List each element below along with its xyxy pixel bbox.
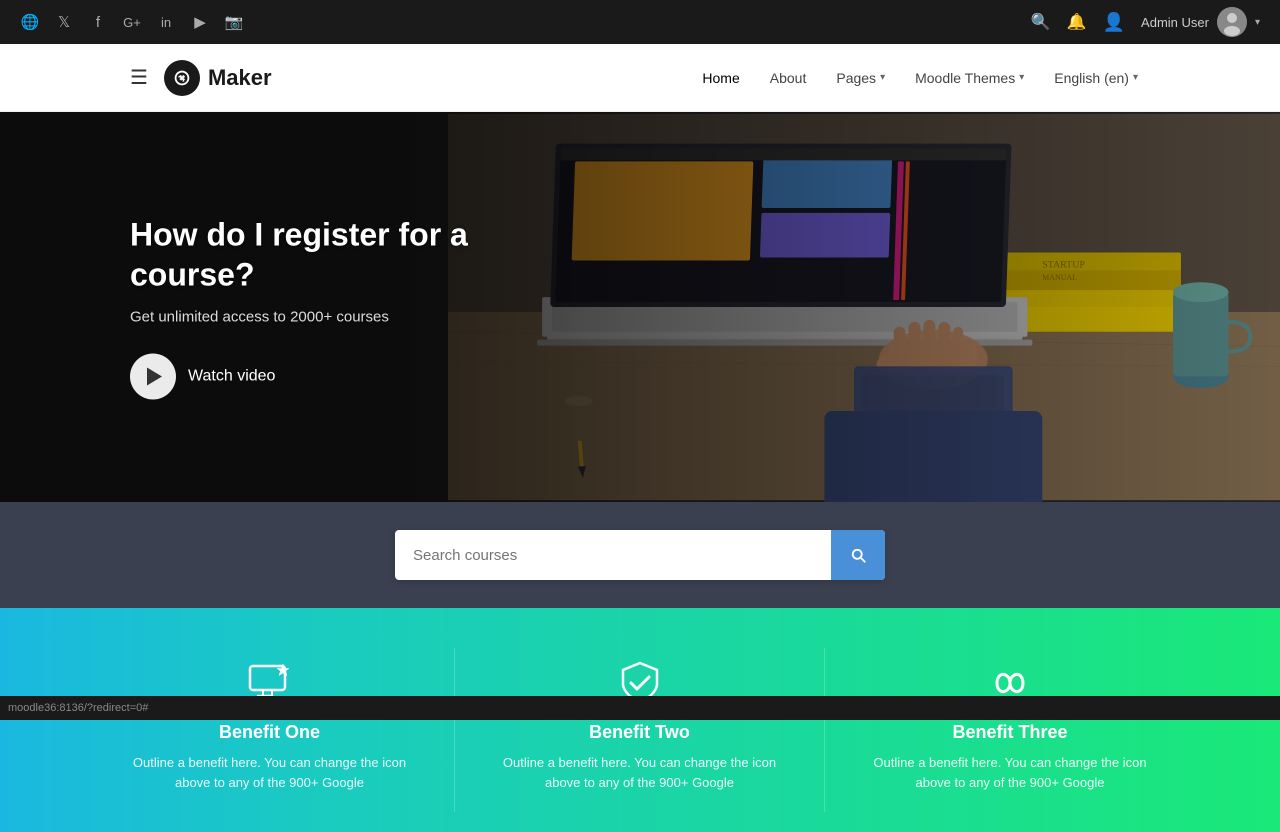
status-url: moodle36:8136/?redirect=0# (8, 702, 148, 714)
hero-section: STARTUP MANUAL (0, 112, 1280, 502)
google-plus-icon[interactable]: G+ (122, 15, 142, 30)
benefit-three-desc: Outline a benefit here. You can change t… (855, 753, 1165, 792)
globe-icon[interactable]: 🌐 (20, 13, 40, 31)
benefit-one-title: Benefit One (115, 722, 424, 743)
benefits-section: Benefit One Outline a benefit here. You … (0, 608, 1280, 832)
search-input[interactable] (395, 533, 831, 578)
social-icons: 🌐 𝕏 f G+ in ▶ 📷 (20, 13, 244, 31)
language-caret-icon: ▾ (1133, 72, 1138, 83)
watch-video-label: Watch video (188, 368, 275, 386)
linkedin-icon[interactable]: in (156, 15, 176, 30)
status-bar: moodle36:8136/?redirect=0# (0, 696, 1280, 720)
benefit-one-desc: Outline a benefit here. You can change t… (115, 753, 424, 792)
search-button-icon (849, 546, 867, 564)
benefit-three-column: Benefit Three Outline a benefit here. Yo… (825, 648, 1195, 812)
hero-title: How do I register for a course? (130, 215, 580, 295)
logo[interactable]: Maker (164, 60, 272, 96)
benefit-one-column: Benefit One Outline a benefit here. You … (85, 648, 455, 812)
search-button[interactable] (831, 530, 885, 580)
search-wrapper (395, 530, 885, 580)
user-profile-icon[interactable]: 👤 (1103, 12, 1125, 33)
logo-icon (164, 60, 200, 96)
logo-text: Maker (208, 65, 272, 91)
benefit-two-desc: Outline a benefit here. You can change t… (485, 753, 794, 792)
nav-language[interactable]: English (en) ▾ (1042, 62, 1150, 94)
nav-pages[interactable]: Pages ▾ (824, 62, 897, 94)
hero-subtitle: Get unlimited access to 2000+ courses (130, 309, 580, 326)
benefit-two-column: Benefit Two Outline a benefit here. You … (455, 648, 825, 812)
pages-caret-icon: ▾ (880, 72, 885, 83)
watch-video-button[interactable]: Watch video (130, 354, 275, 400)
main-navigation: ☰ Maker Home About Pages ▾ Moodle Themes… (0, 44, 1280, 112)
hero-content: How do I register for a course? Get unli… (130, 215, 580, 400)
instagram-icon[interactable]: 📷 (224, 13, 244, 31)
top-bar: 🌐 𝕏 f G+ in ▶ 📷 🔍 🔔 👤 Admin User ▾ (0, 0, 1280, 44)
user-name-label: Admin User (1141, 15, 1209, 30)
moodle-caret-icon: ▾ (1019, 72, 1024, 83)
nav-home[interactable]: Home (690, 62, 751, 94)
avatar (1217, 7, 1247, 37)
nav-about[interactable]: About (758, 62, 819, 94)
search-section (0, 502, 1280, 608)
nav-moodle-themes[interactable]: Moodle Themes ▾ (903, 62, 1036, 94)
benefit-two-title: Benefit Two (485, 722, 794, 743)
user-menu[interactable]: Admin User ▾ (1141, 7, 1260, 37)
facebook-icon[interactable]: f (88, 14, 108, 31)
hamburger-menu[interactable]: ☰ (130, 65, 148, 90)
youtube-icon[interactable]: ▶ (190, 13, 210, 31)
search-icon[interactable]: 🔍 (1031, 12, 1051, 32)
top-bar-right: 🔍 🔔 👤 Admin User ▾ (1031, 7, 1260, 37)
play-triangle-icon (147, 368, 162, 386)
nav-links: Home About Pages ▾ Moodle Themes ▾ Engli… (690, 62, 1150, 94)
notification-icon[interactable]: 🔔 (1067, 12, 1087, 32)
user-dropdown-arrow: ▾ (1255, 17, 1260, 28)
benefit-three-title: Benefit Three (855, 722, 1165, 743)
twitter-icon[interactable]: 𝕏 (54, 13, 74, 31)
play-circle-icon (130, 354, 176, 400)
